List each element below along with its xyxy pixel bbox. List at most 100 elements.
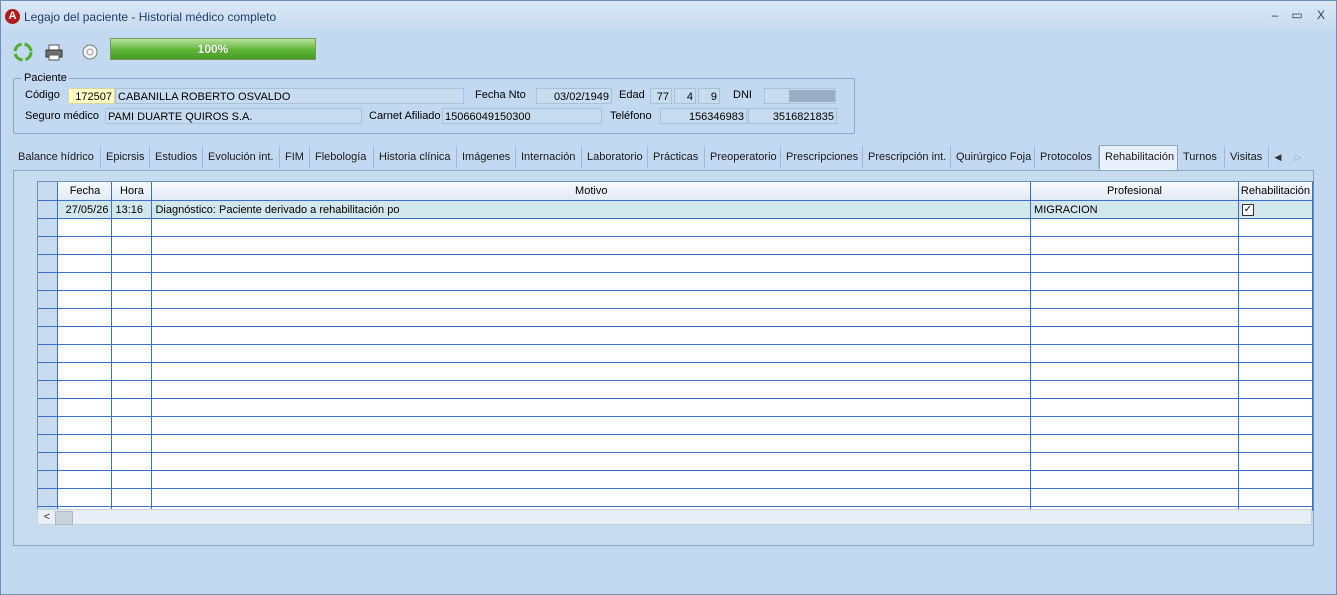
empty-cell[interactable] <box>1238 254 1313 273</box>
row-indicator[interactable] <box>38 272 59 291</box>
tab-estudios[interactable]: Estudios <box>150 146 203 168</box>
row-indicator[interactable] <box>38 344 59 363</box>
empty-cell[interactable] <box>57 218 113 237</box>
empty-cell[interactable] <box>151 362 1032 381</box>
empty-cell[interactable] <box>1238 326 1313 345</box>
empty-cell[interactable] <box>151 290 1032 309</box>
column-header-profesional[interactable]: Profesional <box>1030 182 1239 201</box>
empty-cell[interactable] <box>111 326 153 345</box>
empty-cell[interactable] <box>151 470 1032 489</box>
row-indicator[interactable] <box>38 416 59 435</box>
empty-cell[interactable] <box>111 362 153 381</box>
tab-preoperatorio[interactable]: Preoperatorio <box>705 146 781 168</box>
codigo-field[interactable]: 172507 <box>68 88 115 104</box>
empty-cell[interactable] <box>111 308 153 327</box>
empty-cell[interactable] <box>151 398 1032 417</box>
empty-cell[interactable] <box>1238 416 1313 435</box>
carnet-field[interactable]: 15066049150300 <box>442 108 602 124</box>
cell-rehabilitacion[interactable]: ✓ <box>1238 200 1313 219</box>
empty-cell[interactable] <box>57 344 113 363</box>
empty-cell[interactable] <box>151 344 1032 363</box>
empty-cell[interactable] <box>1238 344 1313 363</box>
empty-cell[interactable] <box>57 452 113 471</box>
empty-cell[interactable] <box>1030 470 1239 489</box>
edad-meses-field[interactable]: 4 <box>674 88 696 104</box>
empty-cell[interactable] <box>1030 308 1239 327</box>
horizontal-scrollbar[interactable]: < <box>37 509 1312 525</box>
row-indicator[interactable] <box>38 326 59 345</box>
row-indicator[interactable] <box>38 218 59 237</box>
column-header-hora[interactable]: Hora <box>111 182 153 201</box>
nombre-field[interactable]: CABANILLA ROBERTO OSVALDO <box>115 88 464 104</box>
row-indicator[interactable] <box>38 290 59 309</box>
empty-cell[interactable] <box>1238 452 1313 471</box>
cell-fecha[interactable]: 27/05/26 <box>57 200 113 219</box>
empty-cell[interactable] <box>1030 254 1239 273</box>
close-button[interactable]: X <box>1312 7 1330 23</box>
empty-cell[interactable] <box>111 290 153 309</box>
empty-cell[interactable] <box>57 434 113 453</box>
tab-imagenes[interactable]: Imágenes <box>457 146 516 168</box>
table-row[interactable] <box>38 218 1313 237</box>
tab-rehabilitacion[interactable]: Rehabilitación <box>1099 145 1178 170</box>
empty-cell[interactable] <box>1030 416 1239 435</box>
empty-cell[interactable] <box>111 470 153 489</box>
scroll-left-icon[interactable]: < <box>40 510 54 524</box>
tab-visitas[interactable]: Visitas <box>1225 146 1269 168</box>
row-indicator[interactable] <box>38 452 59 471</box>
empty-cell[interactable] <box>151 434 1032 453</box>
empty-cell[interactable] <box>111 488 153 507</box>
empty-cell[interactable] <box>1030 236 1239 255</box>
column-header-rehabilitacion[interactable]: Rehabilitación <box>1238 182 1313 201</box>
empty-cell[interactable] <box>111 272 153 291</box>
tab-practicas[interactable]: Prácticas <box>648 146 705 168</box>
tab-scroll-right-icon[interactable]: ▷ <box>1291 148 1305 166</box>
dni-field[interactable] <box>764 88 836 104</box>
row-indicator[interactable] <box>38 488 59 507</box>
empty-cell[interactable] <box>57 290 113 309</box>
cell-profesional[interactable]: MIGRACION <box>1030 200 1239 219</box>
tab-epicrsis[interactable]: Epicrsis <box>101 146 150 168</box>
empty-cell[interactable] <box>57 398 113 417</box>
empty-cell[interactable] <box>57 272 113 291</box>
row-indicator[interactable] <box>38 200 59 219</box>
row-indicator[interactable] <box>38 398 59 417</box>
table-row[interactable] <box>38 236 1313 255</box>
empty-cell[interactable] <box>57 236 113 255</box>
empty-cell[interactable] <box>1030 362 1239 381</box>
seguro-field[interactable]: PAMI DUARTE QUIROS S.A. <box>105 108 362 124</box>
tab-internacion[interactable]: Internación <box>516 146 582 168</box>
row-indicator[interactable] <box>38 434 59 453</box>
tab-protocolos[interactable]: Protocolos <box>1035 146 1099 168</box>
empty-cell[interactable] <box>111 218 153 237</box>
empty-cell[interactable] <box>111 254 153 273</box>
empty-cell[interactable] <box>151 308 1032 327</box>
empty-cell[interactable] <box>151 416 1032 435</box>
scroll-thumb[interactable] <box>55 511 73 525</box>
empty-cell[interactable] <box>1030 380 1239 399</box>
row-indicator[interactable] <box>38 470 59 489</box>
empty-cell[interactable] <box>151 254 1032 273</box>
empty-cell[interactable] <box>57 362 113 381</box>
telefono2-field[interactable]: 3516821835 <box>748 108 837 124</box>
empty-cell[interactable] <box>1238 308 1313 327</box>
fecha-nto-field[interactable]: 03/02/1949 <box>536 88 612 104</box>
empty-cell[interactable] <box>151 236 1032 255</box>
emblem-icon[interactable] <box>79 41 101 63</box>
row-indicator[interactable] <box>38 236 59 255</box>
empty-cell[interactable] <box>1238 236 1313 255</box>
empty-cell[interactable] <box>111 452 153 471</box>
empty-cell[interactable] <box>111 416 153 435</box>
empty-cell[interactable] <box>57 326 113 345</box>
tab-flebologia[interactable]: Flebología <box>310 146 374 168</box>
empty-cell[interactable] <box>1030 398 1239 417</box>
table-row[interactable] <box>38 362 1313 381</box>
empty-cell[interactable] <box>151 488 1032 507</box>
minimize-button[interactable]: – <box>1266 7 1284 23</box>
empty-cell[interactable] <box>1238 398 1313 417</box>
empty-cell[interactable] <box>1238 434 1313 453</box>
empty-cell[interactable] <box>111 344 153 363</box>
column-header-motivo[interactable]: Motivo <box>151 182 1032 201</box>
table-row[interactable] <box>38 398 1313 417</box>
empty-cell[interactable] <box>151 218 1032 237</box>
